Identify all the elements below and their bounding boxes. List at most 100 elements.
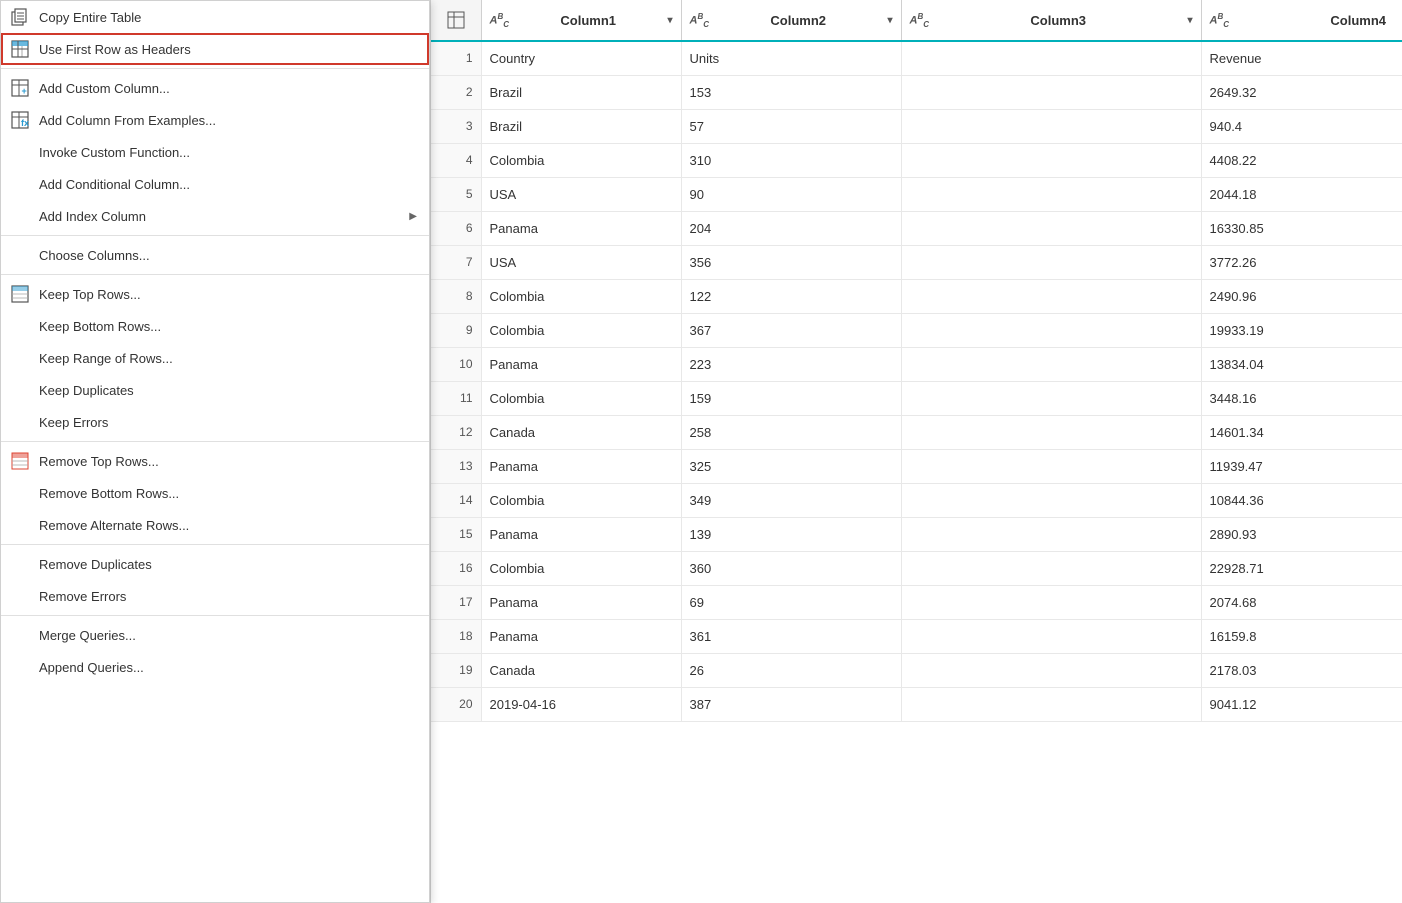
menu-item-use-first-row-headers[interactable]: Use First Row as Headers xyxy=(1,33,429,65)
menu-label: Remove Alternate Rows... xyxy=(39,518,417,533)
cell-15-4: 2890.93 xyxy=(1201,517,1402,551)
use-headers-icon xyxy=(9,38,31,60)
table-row: 14Colombia34910844.36 xyxy=(431,483,1402,517)
row-number: 20 xyxy=(431,687,481,721)
cell-3-4: 940.4 xyxy=(1201,109,1402,143)
col3-dropdown[interactable]: ▾ xyxy=(1187,15,1192,26)
cell-20-4: 9041.12 xyxy=(1201,687,1402,721)
cell-1-1: Country xyxy=(481,41,681,75)
menu-item-remove-alternate-rows[interactable]: Remove Alternate Rows... xyxy=(1,509,429,541)
table-row: 17Panama692074.68 xyxy=(431,585,1402,619)
add-custom-col-icon: + xyxy=(9,77,31,99)
row-number: 16 xyxy=(431,551,481,585)
table-row: 6Panama20416330.85 xyxy=(431,211,1402,245)
menu-item-add-conditional-column[interactable]: Add Conditional Column... xyxy=(1,168,429,200)
col-header-4: ABC Column4 ▾ xyxy=(1201,0,1402,41)
no-icon xyxy=(9,379,31,401)
cell-18-1: Panama xyxy=(481,619,681,653)
table-row: 7USA3563772.26 xyxy=(431,245,1402,279)
cell-13-3 xyxy=(901,449,1201,483)
menu-item-remove-top-rows[interactable]: Remove Top Rows... xyxy=(1,445,429,477)
cell-12-3 xyxy=(901,415,1201,449)
menu-item-remove-duplicates[interactable]: Remove Duplicates xyxy=(1,548,429,580)
row-number: 3 xyxy=(431,109,481,143)
menu-item-remove-bottom-rows[interactable]: Remove Bottom Rows... xyxy=(1,477,429,509)
menu-label: Add Conditional Column... xyxy=(39,177,417,192)
cell-9-2: 367 xyxy=(681,313,901,347)
cell-13-1: Panama xyxy=(481,449,681,483)
menu-item-invoke-custom-function[interactable]: Invoke Custom Function... xyxy=(1,136,429,168)
cell-16-1: Colombia xyxy=(481,551,681,585)
no-icon xyxy=(9,514,31,536)
menu-label: Remove Duplicates xyxy=(39,557,417,572)
menu-label: Use First Row as Headers xyxy=(39,42,417,57)
cell-9-1: Colombia xyxy=(481,313,681,347)
cell-3-3 xyxy=(901,109,1201,143)
menu-item-merge-queries[interactable]: Merge Queries... xyxy=(1,619,429,651)
menu-item-add-column-from-examples[interactable]: fx Add Column From Examples... xyxy=(1,104,429,136)
menu-label: Copy Entire Table xyxy=(39,10,417,25)
no-icon xyxy=(9,553,31,575)
col3-type-icon: ABC xyxy=(910,12,930,29)
row-number: 14 xyxy=(431,483,481,517)
cell-17-4: 2074.68 xyxy=(1201,585,1402,619)
menu-item-keep-errors[interactable]: Keep Errors xyxy=(1,406,429,438)
cell-6-3 xyxy=(901,211,1201,245)
menu-label: Append Queries... xyxy=(39,660,417,675)
table-row: 5USA902044.18 xyxy=(431,177,1402,211)
menu-item-choose-columns[interactable]: Choose Columns... xyxy=(1,239,429,271)
col4-type-icon: ABC xyxy=(1210,12,1230,29)
cell-11-2: 159 xyxy=(681,381,901,415)
menu-label: Add Column From Examples... xyxy=(39,113,417,128)
menu-label: Remove Bottom Rows... xyxy=(39,486,417,501)
menu-item-append-queries[interactable]: Append Queries... xyxy=(1,651,429,683)
cell-17-2: 69 xyxy=(681,585,901,619)
submenu-arrow: ▶ xyxy=(409,211,417,222)
col2-dropdown[interactable]: ▾ xyxy=(887,15,892,26)
cell-2-3 xyxy=(901,75,1201,109)
cell-8-4: 2490.96 xyxy=(1201,279,1402,313)
menu-separator xyxy=(1,235,429,236)
menu-item-remove-errors[interactable]: Remove Errors xyxy=(1,580,429,612)
cell-11-1: Colombia xyxy=(481,381,681,415)
cell-5-1: USA xyxy=(481,177,681,211)
menu-item-add-index-column[interactable]: Add Index Column▶ xyxy=(1,200,429,232)
menu-item-add-custom-column[interactable]: +Add Custom Column... xyxy=(1,72,429,104)
table-row: 11Colombia1593448.16 xyxy=(431,381,1402,415)
col1-name: Column1 xyxy=(514,13,662,28)
menu-item-keep-bottom-rows[interactable]: Keep Bottom Rows... xyxy=(1,310,429,342)
menu-item-copy-entire-table[interactable]: Copy Entire Table xyxy=(1,1,429,33)
menu-separator xyxy=(1,441,429,442)
menu-separator xyxy=(1,544,429,545)
row-number: 5 xyxy=(431,177,481,211)
table-row: 15Panama1392890.93 xyxy=(431,517,1402,551)
menu-item-keep-top-rows[interactable]: Keep Top Rows... xyxy=(1,278,429,310)
menu-label: Keep Bottom Rows... xyxy=(39,319,417,334)
cell-15-2: 139 xyxy=(681,517,901,551)
svg-text:fx: fx xyxy=(21,118,29,128)
row-number: 6 xyxy=(431,211,481,245)
row-number: 17 xyxy=(431,585,481,619)
cell-6-1: Panama xyxy=(481,211,681,245)
menu-item-keep-range-of-rows[interactable]: Keep Range of Rows... xyxy=(1,342,429,374)
cell-2-4: 2649.32 xyxy=(1201,75,1402,109)
cell-18-3 xyxy=(901,619,1201,653)
table-selector-icon[interactable] xyxy=(447,11,465,29)
row-number: 18 xyxy=(431,619,481,653)
menu-label: Merge Queries... xyxy=(39,628,417,643)
row-number: 8 xyxy=(431,279,481,313)
row-number: 4 xyxy=(431,143,481,177)
data-table: ABC Column1 ▾ ABC Column2 ▾ xyxy=(431,0,1402,722)
cell-11-4: 3448.16 xyxy=(1201,381,1402,415)
table-row: 4Colombia3104408.22 xyxy=(431,143,1402,177)
no-icon xyxy=(9,656,31,678)
menu-separator xyxy=(1,68,429,69)
no-icon xyxy=(9,482,31,504)
cell-8-3 xyxy=(901,279,1201,313)
cell-9-4: 19933.19 xyxy=(1201,313,1402,347)
no-icon xyxy=(9,141,31,163)
table-row: 1CountryUnitsRevenue xyxy=(431,41,1402,75)
col1-dropdown[interactable]: ▾ xyxy=(667,15,672,26)
menu-separator xyxy=(1,274,429,275)
menu-item-keep-duplicates[interactable]: Keep Duplicates xyxy=(1,374,429,406)
